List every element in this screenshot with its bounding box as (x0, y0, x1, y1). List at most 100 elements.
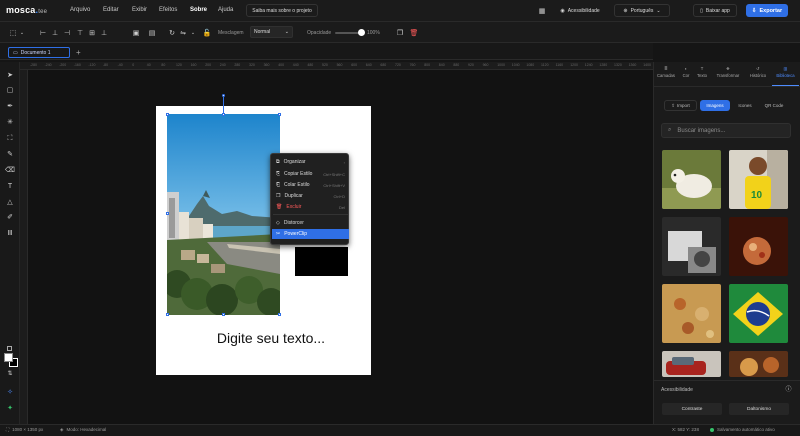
align-middle-icon[interactable]: ⊞ (87, 28, 97, 38)
download-icon: ⇩ (751, 7, 757, 14)
menu-exibir[interactable]: Exibir (132, 7, 147, 13)
selection-handle[interactable] (166, 212, 169, 215)
image-thumb-car[interactable] (662, 351, 721, 377)
image-thumb-food[interactable] (729, 217, 788, 276)
selection-handle[interactable] (278, 313, 281, 316)
pointer-tool-icon[interactable]: ➤ (5, 70, 15, 80)
ctx-organizar[interactable]: ⧉ Organizar › (272, 157, 349, 167)
ctx-excluir[interactable]: 🗑 Excluir Del (272, 202, 349, 212)
ruler-tick-label: 1280 (599, 63, 608, 67)
group-icon[interactable]: ▣ (131, 28, 141, 38)
download-app-button[interactable]: ▯ Baixar app (693, 4, 737, 17)
image-thumb-pizza[interactable] (662, 284, 721, 343)
tab-historico[interactable]: ↺ Histórico (746, 66, 770, 86)
align-bottom-icon[interactable]: ⊥ (99, 28, 109, 38)
image-thumb-sheep[interactable] (662, 150, 721, 209)
selection-handle[interactable] (222, 113, 225, 116)
blend-mode-select[interactable]: Normal ⌄ (250, 26, 293, 38)
align-center-icon[interactable]: ⊥ (50, 28, 60, 38)
ruler-tick-label: 1120 (541, 63, 549, 67)
image-thumb-machine[interactable] (662, 217, 721, 276)
menu-ajuda[interactable]: Ajuda (218, 7, 233, 13)
layout-icon[interactable]: ▦ (537, 6, 547, 16)
rotation-handle[interactable] (222, 94, 225, 97)
align-top-icon[interactable]: ⊤ (75, 28, 85, 38)
reset-colors-icon[interactable] (7, 346, 12, 351)
add-document-button[interactable]: + (76, 48, 81, 57)
app-logo[interactable]: mosca.tee (6, 5, 47, 15)
fill-tool-icon[interactable]: ⛶ (5, 133, 15, 143)
chevron-right-icon: › (343, 159, 345, 165)
lock-icon[interactable]: 🔓 (202, 28, 212, 38)
subtab-import[interactable]: ⇪ Import (664, 100, 697, 111)
language-select[interactable]: ⊕ Português ⌄ (614, 4, 670, 17)
subtab-qr-code[interactable]: QR Code (760, 100, 788, 111)
opacity-slider-thumb[interactable] (358, 29, 365, 36)
trash-icon[interactable]: 🗑 (409, 28, 419, 38)
tab-biblioteca[interactable]: ▥ Biblioteca (772, 66, 799, 86)
menu-sobre[interactable]: Sobre (190, 7, 207, 13)
ctx-distorcer[interactable]: ◇ Distorcer (272, 218, 349, 228)
ctx-powerclip[interactable]: ✂ PowerClip (272, 229, 349, 239)
copy-icon[interactable]: ❐ (395, 28, 405, 38)
image-thumb-kid-brasil[interactable]: 10 (729, 150, 788, 209)
ctx-duplicar[interactable]: ❐ Duplicar Ctrl+D (272, 191, 349, 201)
brush-tool-icon[interactable]: ✎ (5, 149, 15, 159)
menu-efeitos[interactable]: Efeitos (159, 7, 177, 13)
subtab-icones[interactable]: Icones (732, 100, 758, 111)
ruler-tick-label: -280 (30, 63, 38, 67)
shapes-tool-icon[interactable]: △ (5, 197, 15, 207)
canvas-text-box[interactable]: Digite seu texto... (176, 330, 366, 346)
flip-icon[interactable]: ⇋ (178, 28, 188, 38)
magic-wand-icon[interactable]: ✳ (5, 117, 15, 127)
ruler-tick-label: 240 (219, 63, 226, 67)
daltonism-button[interactable]: Daltonismo (729, 403, 789, 415)
subtab-imagens[interactable]: Imagens (700, 100, 730, 111)
selection-handle[interactable] (166, 113, 169, 116)
selection-handle[interactable] (222, 313, 225, 316)
rotate-icon[interactable]: ↻ (167, 28, 177, 38)
accessibility-button[interactable]: ◉ Acessibilidade (553, 4, 607, 17)
image-thumb-brazil-flag[interactable] (729, 284, 788, 343)
chevron-down-icon[interactable]: ⌄ (189, 28, 197, 38)
fill-color-swatch[interactable] (4, 353, 13, 362)
layers-icon: ≣ (664, 66, 668, 71)
tab-transformar[interactable]: ✥ Transformar (712, 66, 744, 86)
selection-handle[interactable] (278, 113, 281, 116)
library-tool-icon[interactable]: Ⅲ (5, 228, 15, 238)
swap-colors-icon[interactable]: ⇅ (5, 369, 15, 379)
tab-divider (654, 86, 800, 87)
align-left-icon[interactable]: ⊢ (38, 28, 48, 38)
project-info-button[interactable]: Saiba mais sobre o projeto (246, 4, 318, 17)
upload-icon: ⇪ (671, 102, 675, 108)
top-bar (0, 0, 800, 22)
ctx-copiar-estilo[interactable]: ⎘ Copiar Estilo Ctrl+Shift+C (272, 169, 349, 179)
rio-photo-image[interactable] (167, 114, 280, 315)
image-thumb-dish[interactable] (729, 351, 788, 377)
mode-status[interactable]: ◈ Modo: Hexadecimal (60, 427, 106, 433)
menu-arquivo[interactable]: Arquivo (70, 7, 90, 13)
rectangle-tool-icon[interactable]: ▢ (5, 85, 15, 95)
black-rectangle-shape[interactable] (295, 247, 348, 276)
eyedropper-tool-icon[interactable]: ✐ (5, 212, 15, 222)
car-thumbnail (662, 351, 721, 377)
ctx-colar-estilo[interactable]: ⎗ Colar Estilo Ctrl+Shift+V (272, 180, 349, 190)
ai-magic-icon[interactable]: ✧ (5, 387, 15, 397)
info-icon[interactable]: ⓘ (784, 385, 793, 394)
chevron-down-icon[interactable]: ⌄ (18, 28, 26, 38)
eraser-tool-icon[interactable]: ⌫ (5, 165, 15, 175)
pen-tool-icon[interactable]: ✒ (5, 101, 15, 111)
tab-texto[interactable]: T Texto (690, 66, 714, 86)
ruler-tick-label: 1240 (584, 63, 593, 67)
align-right-icon[interactable]: ⊣ (62, 28, 72, 38)
export-button[interactable]: ⇩ Exportar (746, 4, 788, 17)
text-tool-icon[interactable]: T (5, 181, 15, 191)
select-rect-icon[interactable]: ⬚ (8, 28, 18, 38)
selection-handle[interactable] (166, 313, 169, 316)
contrast-button[interactable]: Contraste (662, 403, 722, 415)
tab-documento-1[interactable]: ▭ Documento 1 (8, 47, 70, 58)
menu-editar[interactable]: Editar (103, 7, 119, 13)
plugin-icon[interactable]: ✦ (5, 403, 15, 413)
distribute-icon[interactable]: ▤ (147, 28, 157, 38)
image-search-input[interactable]: ⌕ Buscar imagens... (661, 123, 791, 138)
